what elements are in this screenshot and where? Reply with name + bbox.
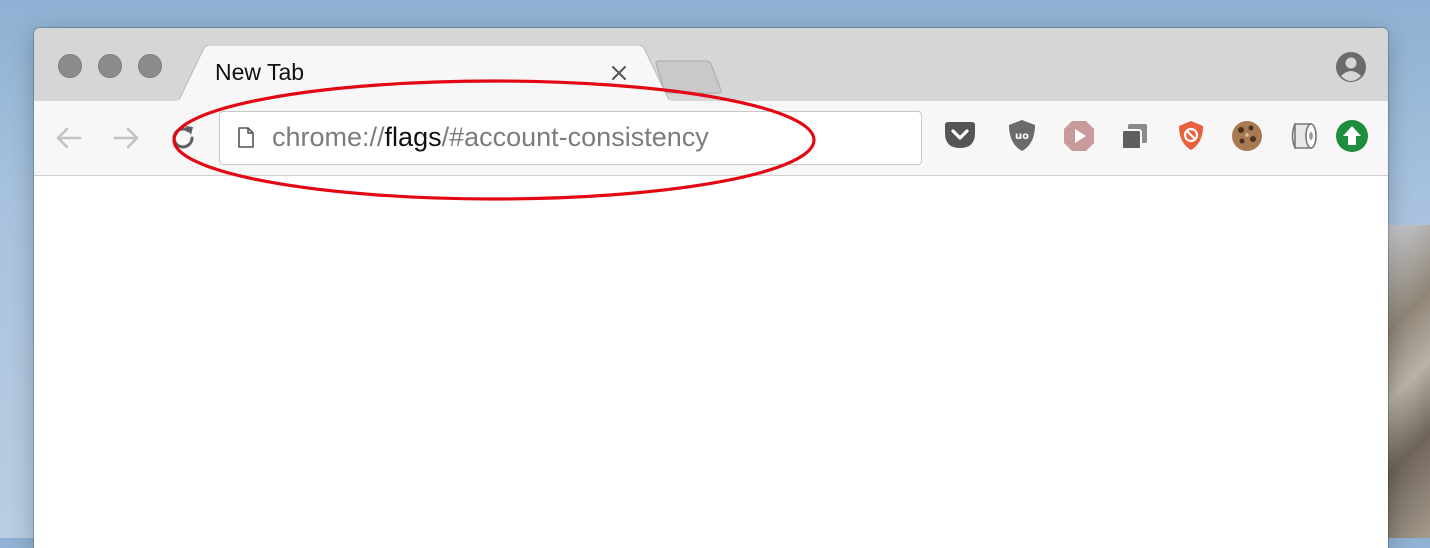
url-text[interactable]: chrome://flags/#account-consistency [272,122,709,153]
reload-icon[interactable] [168,123,198,153]
toilet-paper-icon[interactable] [1285,118,1321,154]
cookie-icon[interactable] [1229,118,1265,154]
video-play-icon[interactable] [1061,118,1097,154]
toolbar: chrome://flags/#account-consistency uo [34,101,1388,176]
browser-window: New Tab chrome://flags/#account-consiste… [34,28,1388,548]
pocket-icon[interactable] [942,118,978,154]
adblock-shield-icon[interactable] [1173,118,1209,154]
address-bar[interactable]: chrome://flags/#account-consistency [219,111,922,165]
update-arrow-icon[interactable] [1334,118,1370,154]
page-content [34,176,1388,548]
title-bar: New Tab [34,28,1388,102]
tab-close-icon[interactable] [606,60,632,86]
close-window-button[interactable] [58,54,82,78]
forward-icon[interactable] [111,123,141,153]
page-icon [238,127,254,148]
zoom-window-button[interactable] [138,54,162,78]
url-host: flags [384,122,442,152]
ublock-origin-icon[interactable]: uo [1004,118,1040,154]
tab-title: New Tab [215,59,305,85]
copy-windows-icon[interactable] [1117,118,1153,154]
url-path: /#account-consistency [441,122,709,152]
svg-text:uo: uo [1015,131,1029,142]
minimize-window-button[interactable] [98,54,122,78]
url-scheme: chrome:// [272,122,385,152]
profile-icon[interactable] [1334,50,1368,84]
new-tab-button[interactable] [654,60,724,94]
back-icon[interactable] [54,123,84,153]
desktop-wallpaper [1388,225,1430,538]
